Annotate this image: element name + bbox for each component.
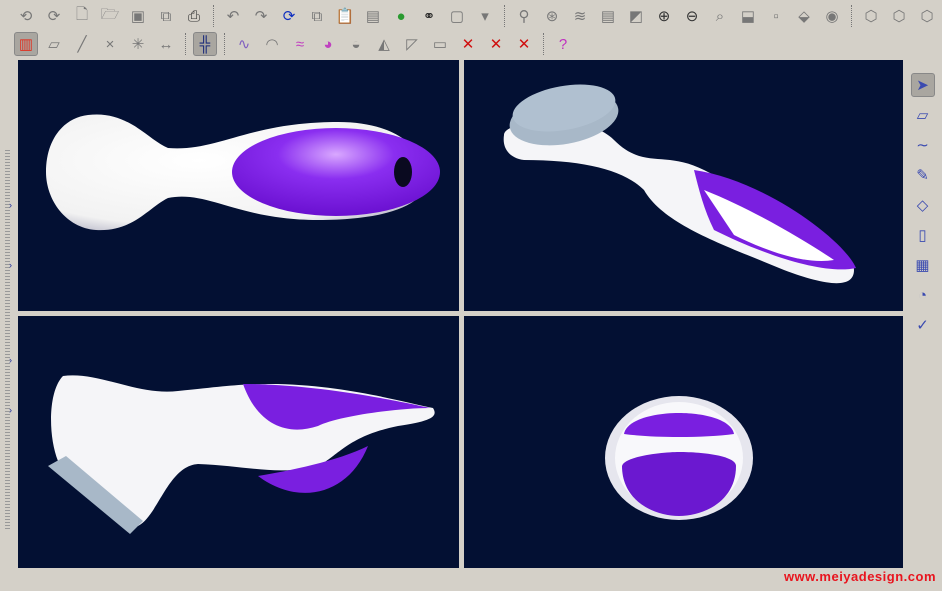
shaded-curvature-icon[interactable]: ◕ xyxy=(316,32,340,56)
surface-icon[interactable]: ▯ xyxy=(911,223,935,247)
delete-curve-analysis-icon[interactable]: ✕ xyxy=(484,32,508,56)
viewport-front[interactable] xyxy=(464,316,903,568)
draw-curve-icon[interactable]: ✎ xyxy=(911,163,935,187)
sketch-plane-icon[interactable]: ▱ xyxy=(911,103,935,127)
datum-display-icon[interactable]: ⚲ xyxy=(512,4,536,28)
toolbar-separator xyxy=(185,33,186,55)
section-icon[interactable]: ◠ xyxy=(260,32,284,56)
done-checkmark-icon[interactable]: ✓ xyxy=(911,313,935,337)
datum-axes-icon[interactable]: ╱ xyxy=(70,32,94,56)
refit-icon[interactable]: ⌕ xyxy=(708,4,732,28)
viewport-top[interactable] xyxy=(18,60,459,311)
delete-analysis-icon[interactable]: ✕ xyxy=(456,32,480,56)
draft-icon[interactable]: ◒ xyxy=(344,32,368,56)
reflection-icon[interactable]: ◸ xyxy=(400,32,424,56)
toolbar-separator xyxy=(504,5,505,27)
save-analysis-icon[interactable]: ▭ xyxy=(428,32,452,56)
graphics-window[interactable] xyxy=(18,60,903,568)
left-gutter: › › › › xyxy=(0,60,18,568)
save-copy-icon[interactable]: ⧉ xyxy=(154,4,178,28)
print-icon[interactable]: ⎙ xyxy=(182,4,206,28)
curve-icon[interactable]: ∼ xyxy=(911,133,935,157)
undo-icon[interactable]: ↶ xyxy=(221,4,245,28)
toolbar-separator xyxy=(851,5,852,27)
hidden-line-icon[interactable]: ⬡ xyxy=(887,4,911,28)
viewport-side[interactable] xyxy=(18,316,459,568)
toolbar-separator xyxy=(543,33,544,55)
viewport-iso[interactable] xyxy=(464,60,903,311)
analysis-toolbar: ▥ ▱ ╱ × ✳ ↔ ╬ ∿ ◠ ≈ ◕ ◒ ◭ ◸ ▭ ✕ ✕ ✕? xyxy=(0,30,577,58)
copy-icon[interactable]: ⧉ xyxy=(305,4,329,28)
datum-points-icon[interactable]: × xyxy=(98,32,122,56)
dropdown-icon[interactable]: ▾ xyxy=(473,4,497,28)
orient-icon[interactable]: ⬓ xyxy=(736,4,760,28)
toolbar-separator xyxy=(224,33,225,55)
four-view-layout-icon[interactable]: ╬ xyxy=(193,32,217,56)
zoom-out-icon[interactable]: ⊖ xyxy=(680,4,704,28)
paste-icon[interactable]: 📋 xyxy=(333,4,357,28)
repaint-icon[interactable]: ◩ xyxy=(624,4,648,28)
dihedral-icon[interactable]: ◭ xyxy=(372,32,396,56)
delete-surface-analysis-icon[interactable]: ✕ xyxy=(512,32,536,56)
model-side-view xyxy=(48,375,435,534)
new-file-icon[interactable]: 🗋 xyxy=(70,4,94,28)
coordinate-systems-icon[interactable]: ✳ xyxy=(126,32,150,56)
paste-special-icon[interactable]: ▤ xyxy=(361,4,385,28)
view-manager-icon[interactable]: ⬙ xyxy=(792,4,816,28)
select-box-icon[interactable]: ▢ xyxy=(445,4,469,28)
wireframe-icon[interactable]: ⬡ xyxy=(859,4,883,28)
find-binoculars-icon[interactable]: ⚭ xyxy=(417,4,441,28)
toolbar-separator xyxy=(213,5,214,27)
regenerate-manager-icon[interactable]: ⟳ xyxy=(42,4,66,28)
model-tree-icon[interactable]: ▤ xyxy=(596,4,620,28)
saved-views-icon[interactable]: ▫ xyxy=(764,4,788,28)
expand-arrow-icon[interactable]: › xyxy=(9,200,12,210)
surface-from-curves-icon[interactable]: ▦ xyxy=(911,253,935,277)
model-top-view xyxy=(46,114,440,231)
refresh-icon[interactable]: ⟳ xyxy=(277,4,301,28)
zoom-in-icon[interactable]: ⊕ xyxy=(652,4,676,28)
open-folder-icon[interactable]: 🗁 xyxy=(98,4,122,28)
offset-icon[interactable]: ≈ xyxy=(288,32,312,56)
spin-center-icon[interactable]: ⊛ xyxy=(540,4,564,28)
main-toolbar: ⟲⟳🗋🗁▣⧉⎙↶↷⟳⧉📋▤●⚭▢▾⚲⊛≋▤◩⊕⊖⌕⬓▫⬙◉⬡⬡⬡■ xyxy=(0,2,942,30)
measure-icon[interactable]: ↔ xyxy=(154,32,178,56)
select-arrow-icon[interactable]: ➤ xyxy=(910,73,935,97)
curvature-icon[interactable]: ∿ xyxy=(232,32,256,56)
context-help-icon[interactable]: ? xyxy=(551,32,575,56)
connect-surfaces-icon[interactable]: ◔ xyxy=(911,283,935,307)
redo-icon[interactable]: ↷ xyxy=(249,4,273,28)
model-front-view xyxy=(605,396,753,520)
boundary-surface-icon[interactable]: ◇ xyxy=(911,193,935,217)
feature-toolbar: ➤ ▱ ∼ ✎ ◇ ▯ ▦ ◔ ✓ xyxy=(903,60,942,568)
expand-arrow-icon[interactable]: › xyxy=(9,405,12,415)
color-spectrum-icon[interactable]: ▥ xyxy=(14,32,38,56)
traffic-light-icon[interactable]: ● xyxy=(389,4,413,28)
expand-arrow-icon[interactable]: › xyxy=(9,260,12,270)
visibility-eye-icon[interactable]: ◉ xyxy=(820,4,844,28)
watermark: www.meiyadesign.com xyxy=(783,569,936,584)
status-bar: www.meiyadesign.com xyxy=(0,568,942,591)
layers-icon[interactable]: ≋ xyxy=(568,4,592,28)
model-iso-view xyxy=(503,84,856,284)
regenerate-icon[interactable]: ⟲ xyxy=(14,4,38,28)
datum-planes-icon[interactable]: ▱ xyxy=(42,32,66,56)
no-hidden-icon[interactable]: ⬡ xyxy=(915,4,939,28)
expand-arrow-icon[interactable]: › xyxy=(9,355,12,365)
save-icon[interactable]: ▣ xyxy=(126,4,150,28)
